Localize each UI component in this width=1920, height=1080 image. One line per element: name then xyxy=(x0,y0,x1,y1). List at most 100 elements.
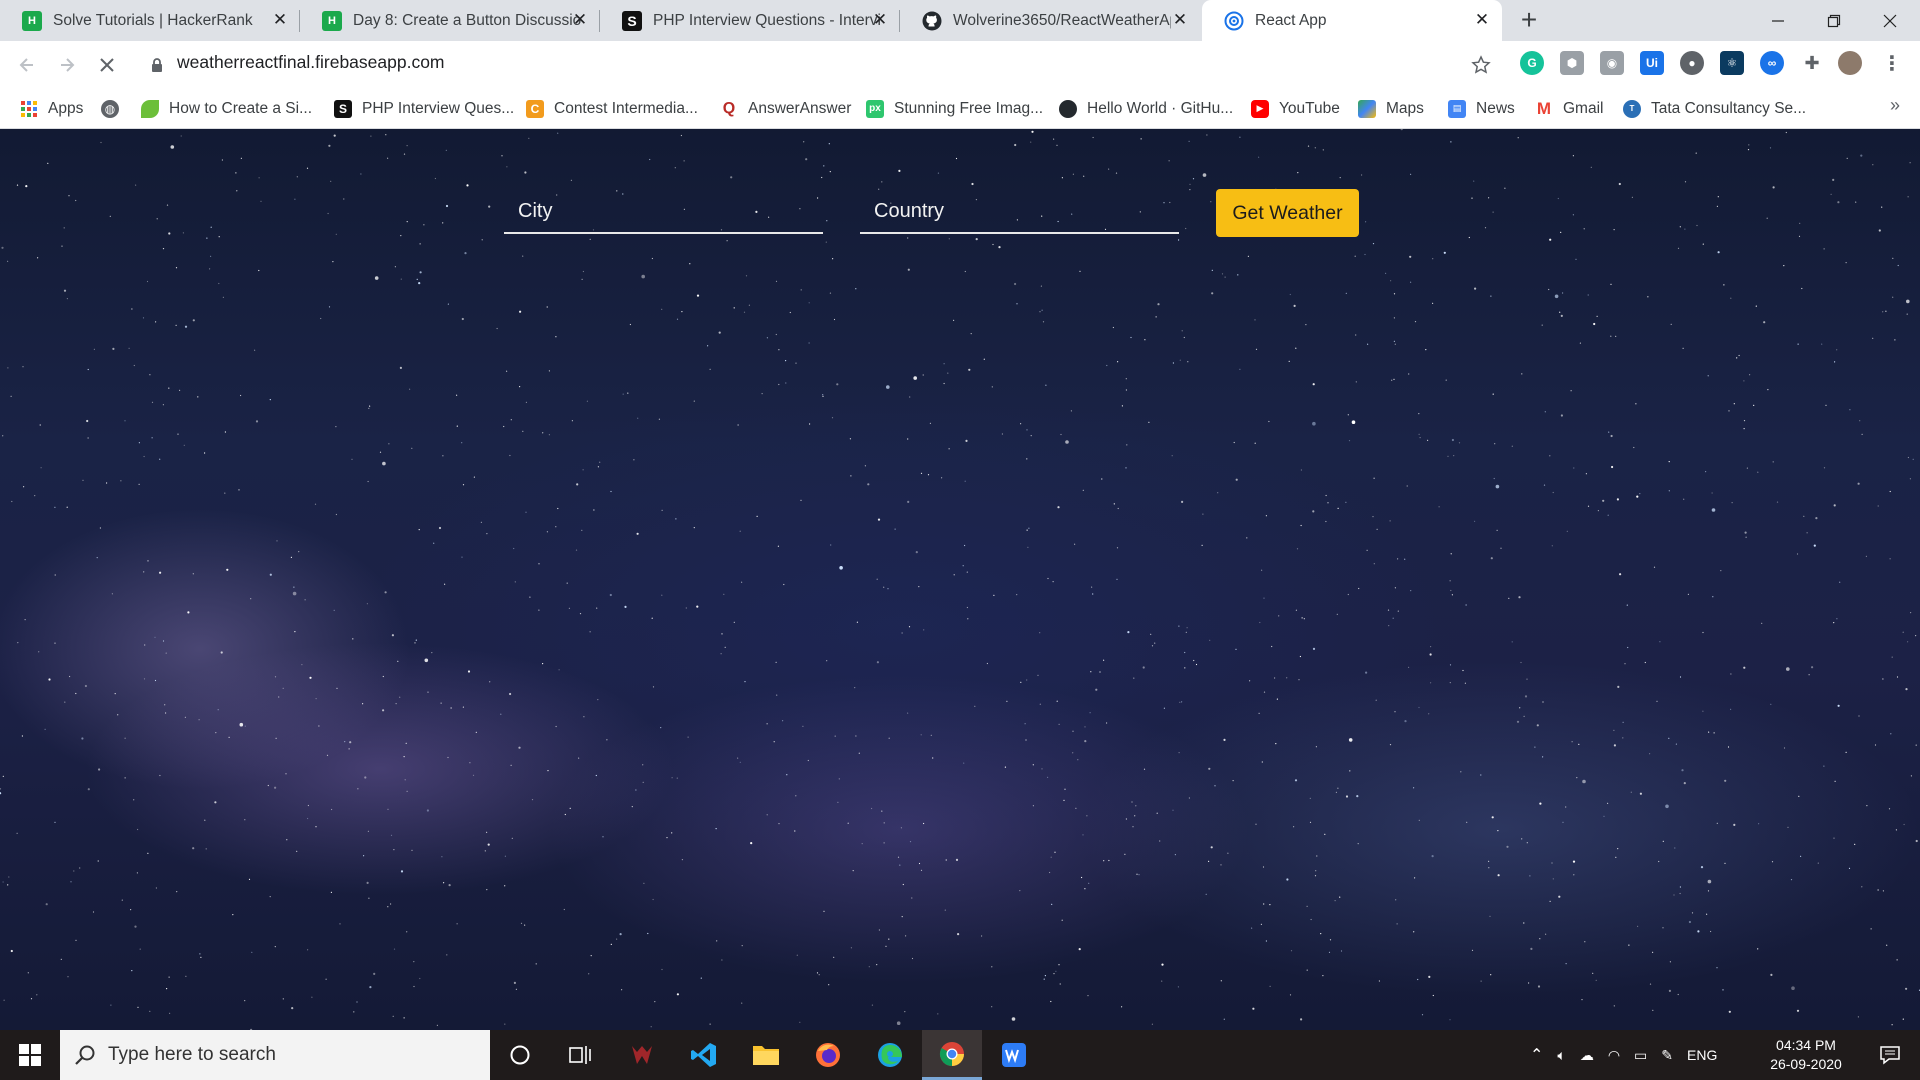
close-icon[interactable]: ✕ xyxy=(570,10,590,30)
tab-php-interview[interactable]: S PHP Interview Questions - Intervi ✕ xyxy=(600,0,900,41)
bookmark-label: Apps xyxy=(48,99,84,117)
bookmark-youtube[interactable]: ▶ YouTube xyxy=(1251,88,1340,129)
bookmark-php-interview[interactable]: S PHP Interview Ques... xyxy=(334,88,514,129)
bookmark-star-button[interactable] xyxy=(1466,50,1496,80)
bookmark-answeranswer[interactable]: Q AnswerAnswer xyxy=(720,88,852,129)
bookmark-apps[interactable]: Apps xyxy=(20,88,83,129)
bookmark-how-to-create[interactable]: How to Create a Si... xyxy=(141,88,312,129)
starfield-background xyxy=(0,129,1920,1030)
avatar[interactable] xyxy=(1838,51,1862,75)
tab-strip: H Solve Tutorials | HackerRank ✕ H Day 8… xyxy=(0,0,1920,41)
tab-day8-discussion[interactable]: H Day 8: Create a Button Discussion ✕ xyxy=(300,0,600,41)
start-button[interactable] xyxy=(0,1030,60,1080)
file-explorer-button[interactable] xyxy=(736,1030,796,1080)
chrome-button[interactable] xyxy=(922,1030,982,1080)
s-logo-icon: S xyxy=(622,10,642,31)
clock-time: 04:34 PM xyxy=(1776,1037,1836,1053)
predator-app-button[interactable] xyxy=(612,1030,672,1080)
volume-icon[interactable]: 🔈︎ xyxy=(1557,1047,1565,1064)
bookmark-gmail[interactable]: M Gmail xyxy=(1535,88,1604,129)
close-icon[interactable]: ✕ xyxy=(270,10,290,30)
country-input[interactable] xyxy=(860,190,1179,232)
stop-loading-button[interactable] xyxy=(92,50,122,80)
tab-title: PHP Interview Questions - Intervi xyxy=(653,11,881,29)
firefox-button[interactable] xyxy=(798,1030,858,1080)
tab-hackerrank-tutorials[interactable]: H Solve Tutorials | HackerRank ✕ xyxy=(0,0,300,41)
hackerrank-icon: H xyxy=(22,10,42,31)
windows-logo-icon xyxy=(19,1044,41,1066)
city-field xyxy=(504,190,823,234)
system-tray: ⌃ 🔈︎ ☁︎ ◠ ▭ ✎ ENG xyxy=(1530,1030,1717,1080)
city-input[interactable] xyxy=(504,190,823,232)
close-icon[interactable]: ✕ xyxy=(870,10,890,30)
puzzle-icon[interactable]: ✚ xyxy=(1800,51,1824,75)
writer-icon xyxy=(1002,1043,1026,1067)
menu-dots-icon[interactable]: ⋮ xyxy=(1880,51,1904,75)
folder-icon xyxy=(753,1046,779,1065)
tab-title: React App xyxy=(1255,11,1327,29)
github-icon xyxy=(922,11,942,31)
bookmark-pixabay[interactable]: px Stunning Free Imag... xyxy=(866,88,1043,129)
restore-button[interactable] xyxy=(1806,0,1862,41)
taskbar-search[interactable]: Type here to search xyxy=(60,1030,490,1080)
bookmarks-overflow-icon[interactable]: » xyxy=(1890,95,1900,116)
infinity-extension-icon[interactable]: ∞ xyxy=(1760,51,1784,75)
youtube-icon: ▶ xyxy=(1251,99,1269,118)
predator-icon xyxy=(632,1046,652,1064)
bookmark-github[interactable]: Hello World · GitHu... xyxy=(1059,88,1233,129)
new-tab-button[interactable]: + xyxy=(1514,6,1544,36)
tab-github-repo[interactable]: Wolverine3650/ReactWeatherAp ✕ xyxy=(900,0,1200,41)
circle-extension-icon[interactable]: ● xyxy=(1680,51,1704,75)
chevron-up-icon[interactable]: ⌃ xyxy=(1530,1045,1543,1065)
bookmark-label: Tata Consultancy Se... xyxy=(1651,99,1807,117)
cube-extension-icon[interactable]: ⬢ xyxy=(1560,51,1584,75)
tab-react-app[interactable]: React App ✕ xyxy=(1202,0,1502,41)
taskbar-clock[interactable]: 04:34 PM 26-09-2020 xyxy=(1760,1036,1852,1074)
react-devtools-icon[interactable]: ⚛ xyxy=(1720,51,1744,75)
notifications-button[interactable] xyxy=(1860,1030,1920,1080)
firefox-icon xyxy=(816,1043,840,1067)
news-icon: ▤ xyxy=(1448,99,1466,118)
battery-icon[interactable]: ▭ xyxy=(1634,1047,1647,1064)
bookmark-globe[interactable]: ◍ xyxy=(101,88,129,129)
tab-title: Solve Tutorials | HackerRank xyxy=(53,11,253,29)
forward-button[interactable] xyxy=(52,50,82,80)
bookmark-maps[interactable]: Maps xyxy=(1358,88,1424,129)
bookmark-label: Maps xyxy=(1386,99,1424,117)
ui-extension-icon[interactable]: Ui xyxy=(1640,51,1664,75)
back-arrow-icon xyxy=(19,58,33,72)
camera-icon[interactable]: ◉ xyxy=(1600,51,1624,75)
vscode-button[interactable] xyxy=(674,1030,734,1080)
back-button[interactable] xyxy=(12,50,42,80)
close-icon[interactable]: ✕ xyxy=(1472,10,1492,30)
country-field xyxy=(860,190,1179,234)
wps-writer-button[interactable] xyxy=(984,1030,1044,1080)
wifi-icon[interactable]: ◠ xyxy=(1608,1047,1620,1064)
bookmark-label: Hello World · GitHu... xyxy=(1087,99,1234,117)
grammarly-icon[interactable]: G xyxy=(1520,51,1544,75)
globe-icon: ◍ xyxy=(101,99,119,118)
notification-icon xyxy=(1880,1046,1900,1065)
get-weather-button[interactable]: Get Weather xyxy=(1216,189,1359,237)
apps-grid-icon xyxy=(20,100,38,118)
bookmark-label: News xyxy=(1476,99,1515,117)
tata-icon: T xyxy=(1623,99,1641,118)
onedrive-icon[interactable]: ☁︎ xyxy=(1580,1047,1594,1064)
bookmark-contest[interactable]: C Contest Intermedia... xyxy=(526,88,698,129)
close-window-button[interactable] xyxy=(1862,0,1918,41)
close-icon[interactable]: ✕ xyxy=(1170,10,1190,30)
edge-button[interactable] xyxy=(860,1030,920,1080)
bookmarks-bar: Apps ◍ How to Create a Si... S PHP Inter… xyxy=(0,88,1920,129)
bookmark-news[interactable]: ▤ News xyxy=(1448,88,1515,129)
cortana-button[interactable] xyxy=(490,1030,550,1080)
bookmark-label: Contest Intermedia... xyxy=(554,99,698,117)
minimize-icon xyxy=(1772,19,1784,22)
task-view-button[interactable] xyxy=(550,1030,610,1080)
language-indicator[interactable]: ENG xyxy=(1687,1047,1717,1063)
bookmark-tata[interactable]: T Tata Consultancy Se... xyxy=(1623,88,1806,129)
pen-icon[interactable]: ✎ xyxy=(1661,1047,1673,1064)
minimize-button[interactable] xyxy=(1750,0,1806,41)
react-icon xyxy=(1224,11,1244,31)
url-text[interactable]: weatherreactfinal.firebaseapp.com xyxy=(177,52,445,73)
bookmark-label: How to Create a Si... xyxy=(169,99,313,117)
